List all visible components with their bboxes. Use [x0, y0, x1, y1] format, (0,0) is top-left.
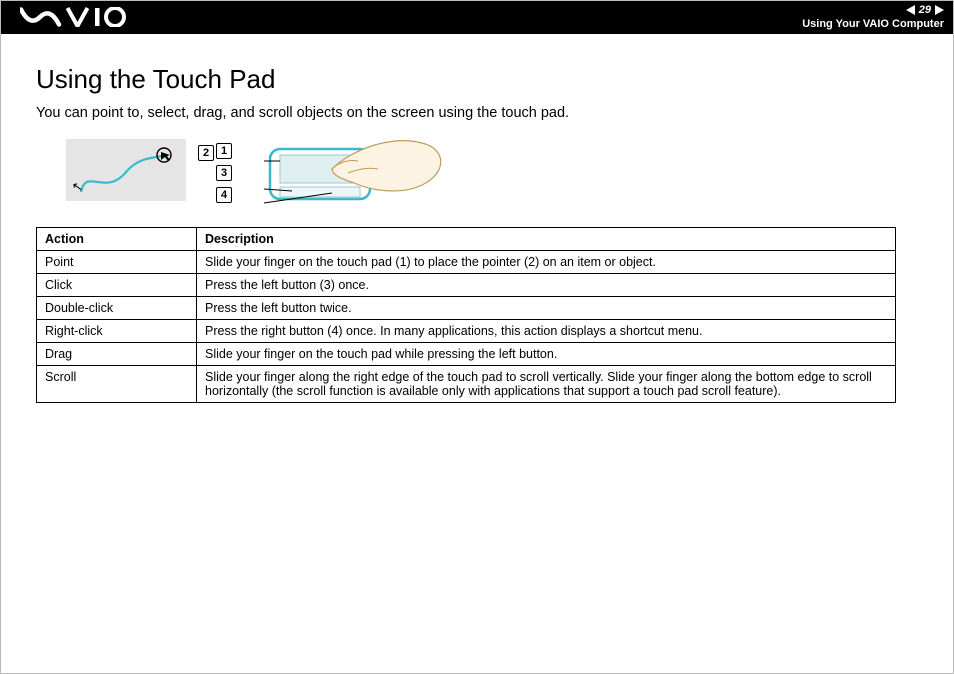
table-row: Drag Slide your finger on the touch pad …	[37, 343, 896, 366]
cell-action: Right-click	[37, 320, 197, 343]
header-bar: 29 Using Your VAIO Computer	[0, 0, 954, 34]
table-row: Right-click Press the right button (4) o…	[37, 320, 896, 343]
cell-desc: Press the left button twice.	[197, 297, 896, 320]
header-right: 29 Using Your VAIO Computer	[802, 4, 944, 29]
cell-action: Click	[37, 274, 197, 297]
illustration-row: ↖ 2 1 3 4	[66, 139, 926, 211]
table-header-row: Action Description	[37, 228, 896, 251]
cell-desc: Slide your finger along the right edge o…	[197, 366, 896, 403]
actions-table: Action Description Point Slide your fing…	[36, 227, 896, 403]
vaio-logo	[20, 7, 130, 27]
page-number: 29	[919, 4, 931, 16]
cell-action: Scroll	[37, 366, 197, 403]
th-description: Description	[197, 228, 896, 251]
callout-1: 1	[216, 143, 232, 159]
page-title: Using the Touch Pad	[36, 64, 926, 95]
pointer-illustration: ↖ 2	[66, 139, 186, 201]
table-row: Double-click Press the left button twice…	[37, 297, 896, 320]
page-nav: 29	[906, 4, 944, 16]
cell-desc: Slide your finger on the touch pad while…	[197, 343, 896, 366]
table-row: Scroll Slide your finger along the right…	[37, 366, 896, 403]
cell-action: Drag	[37, 343, 197, 366]
touchpad-illustration	[262, 139, 452, 211]
table-row: Point Slide your finger on the touch pad…	[37, 251, 896, 274]
th-action: Action	[37, 228, 197, 251]
callout-3: 3	[216, 165, 232, 181]
callout-2: 2	[198, 145, 214, 161]
next-page-icon[interactable]	[935, 5, 944, 15]
prev-page-icon[interactable]	[906, 5, 915, 15]
callout-stack: 1 3 4	[216, 143, 232, 203]
cell-action: Double-click	[37, 297, 197, 320]
cell-action: Point	[37, 251, 197, 274]
page-content: Using the Touch Pad You can point to, se…	[0, 34, 954, 403]
intro-text: You can point to, select, drag, and scro…	[36, 105, 926, 121]
cell-desc: Press the left button (3) once.	[197, 274, 896, 297]
cell-desc: Slide your finger on the touch pad (1) t…	[197, 251, 896, 274]
section-label: Using Your VAIO Computer	[802, 18, 944, 30]
table-row: Click Press the left button (3) once.	[37, 274, 896, 297]
cell-desc: Press the right button (4) once. In many…	[197, 320, 896, 343]
callout-4: 4	[216, 187, 232, 203]
